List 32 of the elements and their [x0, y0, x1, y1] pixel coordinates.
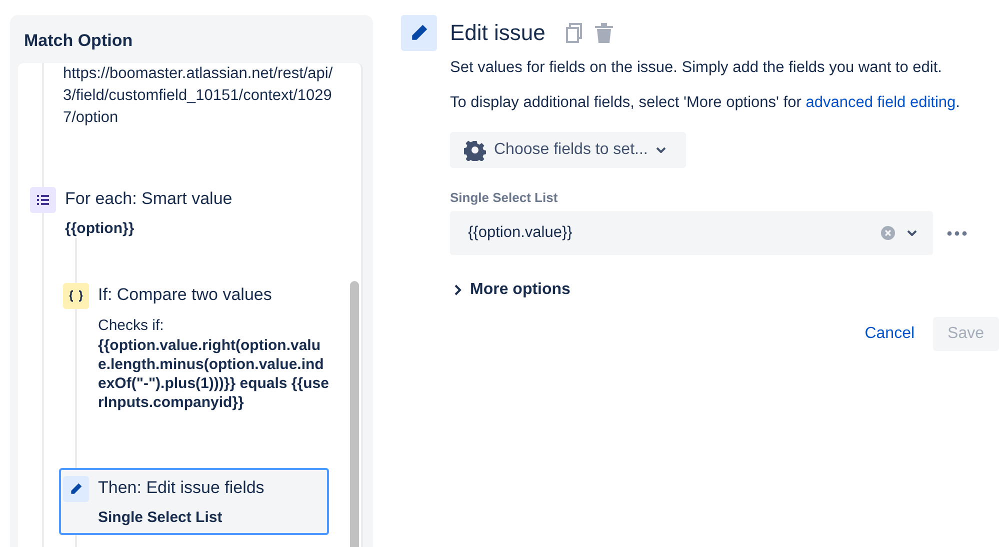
- field-label: Single Select List: [450, 190, 559, 205]
- pencil-icon: [69, 482, 83, 496]
- step-title: If: Compare two values: [98, 284, 273, 306]
- more-options-toggle[interactable]: More options: [450, 281, 574, 299]
- panel-title: Match Option: [23, 31, 134, 51]
- chevron-down-icon: [656, 147, 666, 153]
- settings-icon: [464, 139, 486, 161]
- select-field[interactable]: {{option.value}}: [450, 211, 933, 255]
- url-text: https://boomaster.atlassian.net/rest/api/3/field/customfield_10151/context/10297/option: [63, 64, 334, 128]
- chevron-right-icon: [454, 284, 462, 296]
- scrollbar-thumb[interactable]: [350, 281, 359, 547]
- step-title: For each: Smart value: [65, 188, 234, 210]
- step-detail: Single Select List: [98, 508, 224, 527]
- step-title: Then: Edit issue fields: [98, 477, 266, 499]
- pencil-icon: [409, 23, 429, 43]
- description-text: Set values for fields on the issue. Simply add the fields you want to edit.: [450, 58, 943, 78]
- step-lead: Checks if:: [98, 317, 165, 335]
- chevron-down-icon[interactable]: [907, 230, 917, 236]
- action-step[interactable]: Then: Edit issue fields Single Select List: [59, 468, 329, 535]
- cancel-button[interactable]: Cancel: [854, 317, 925, 351]
- copy-icon[interactable]: [566, 23, 582, 43]
- clear-icon[interactable]: [881, 226, 895, 240]
- braces-icon: [69, 290, 83, 302]
- more-icon[interactable]: [947, 230, 967, 236]
- list-icon: [37, 195, 49, 205]
- trash-icon[interactable]: [595, 23, 614, 43]
- choose-fields-button[interactable]: Choose fields to set...: [450, 132, 686, 168]
- step-detail: {{option}}: [65, 219, 136, 238]
- advanced-editing-link[interactable]: advanced field editing: [806, 94, 956, 111]
- note-text: To display additional fields, select 'More options' for advanced field editing.: [450, 93, 961, 113]
- step-detail: {{option.value.right(option.value.length.minus(option.value.indexOf("-").plus(1)))}} equals {{userInputs.companyid}}: [98, 336, 329, 412]
- editor-title: Edit issue: [450, 20, 546, 46]
